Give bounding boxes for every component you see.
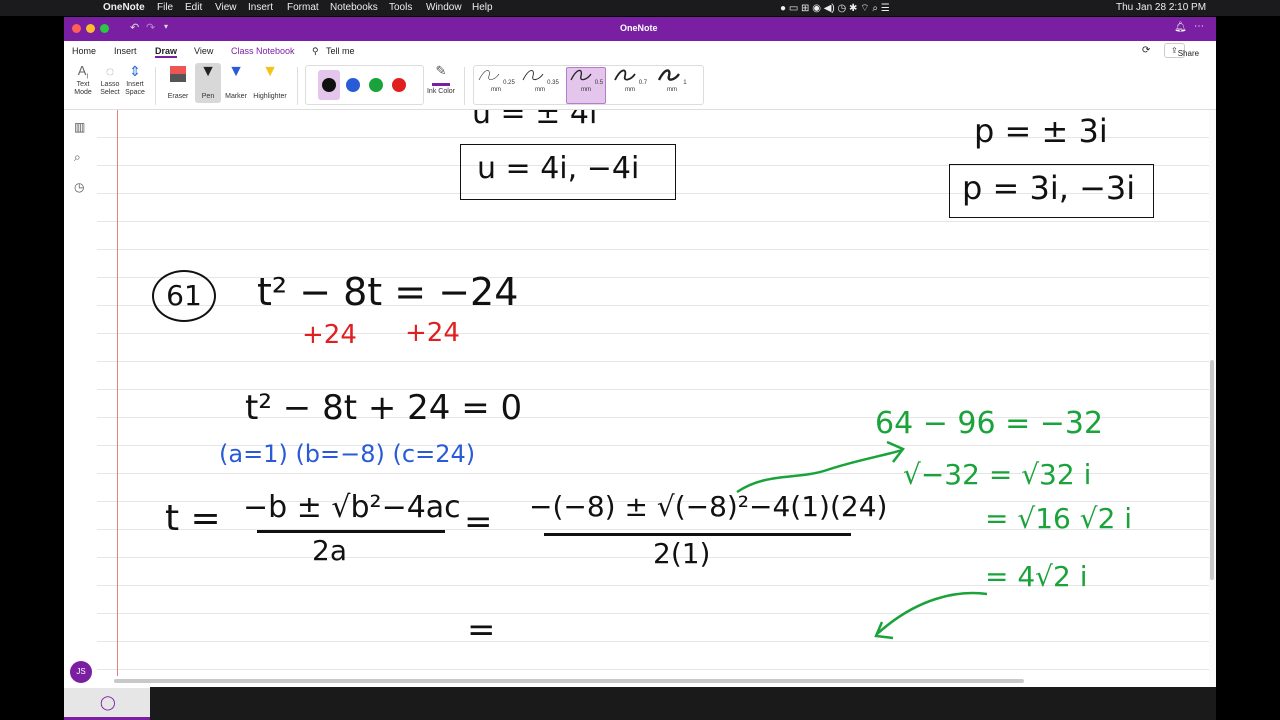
- ink-arrows: [736, 440, 988, 640]
- width-0-25-option[interactable]: 0.25 mm: [477, 68, 515, 102]
- menu-clock[interactable]: Thu Jan 28 2:10 PM: [1116, 2, 1206, 13]
- menu-file[interactable]: File: [157, 2, 173, 13]
- redo-icon[interactable]: ↷: [146, 21, 155, 34]
- color-black-swatch[interactable]: [322, 78, 336, 92]
- text-cursor-icon: AI: [77, 63, 89, 81]
- sync-icon[interactable]: ⟳: [1142, 45, 1150, 56]
- arrow-back-to-work: [876, 591, 988, 635]
- ink-color-label: Ink Color: [426, 88, 455, 95]
- highlighter-icon: ▼: [262, 63, 278, 80]
- vertical-scrollbar[interactable]: [1209, 110, 1216, 688]
- marker-button[interactable]: ▼ Marker: [223, 63, 249, 101]
- share-label: Share: [1177, 49, 1200, 58]
- tab-view[interactable]: View: [194, 46, 213, 56]
- marker-icon: ▼: [228, 63, 244, 80]
- width-0-35-icon: [522, 70, 544, 81]
- vertical-scroll-thumb[interactable]: [1210, 360, 1214, 580]
- ink-color-icon: ✎: [432, 63, 450, 86]
- title-bar: ↶ ↷ ▾ OneNote 🔔︎ ⋯: [64, 17, 1216, 41]
- text-mode-label: Text Mode: [74, 81, 92, 96]
- more-icon[interactable]: ⋯: [1194, 21, 1204, 32]
- close-window-button[interactable]: [72, 24, 81, 33]
- highlighter-label: Highlighter: [253, 93, 287, 100]
- highlighter-button[interactable]: ▼ Highlighter: [250, 63, 290, 101]
- notebooks-icon[interactable]: ▥: [74, 120, 85, 134]
- lightbulb-icon: ⚲: [312, 46, 319, 56]
- tab-home[interactable]: Home: [72, 46, 96, 56]
- arrow-to-discriminant: [736, 448, 903, 494]
- menu-help[interactable]: Help: [472, 2, 493, 13]
- menu-view[interactable]: View: [215, 2, 237, 13]
- insert-space-button[interactable]: ⇕ Insert Space: [122, 63, 148, 97]
- note-page-canvas[interactable]: u = ± 4i u = 4i, −4i p = ± 3i p = 3i, −3…: [97, 110, 1209, 688]
- divider: [155, 67, 156, 105]
- notifications-icon[interactable]: 🔔︎: [1174, 22, 1187, 33]
- lasso-select-button[interactable]: ◌ Lasso Select: [97, 63, 123, 97]
- pen-width-picker: 0.25 mm 0.35 mm 0.5 mm 0.7 mm 1 mm: [473, 65, 704, 105]
- pen-icon: ▼: [200, 63, 216, 80]
- menu-format[interactable]: Format: [287, 2, 319, 13]
- width-1-icon: [658, 69, 681, 81]
- insert-space-icon: ⇕: [129, 63, 141, 79]
- avatar[interactable]: JS: [70, 661, 92, 683]
- width-0-35-option[interactable]: 0.35 mm: [521, 68, 559, 102]
- tab-draw[interactable]: Draw: [155, 46, 178, 58]
- pen-label: Pen: [201, 93, 215, 100]
- quick-access-chevron-icon[interactable]: ▾: [164, 22, 168, 31]
- window-title: OneNote: [620, 23, 658, 33]
- horizontal-scroll-thumb[interactable]: [114, 679, 1024, 683]
- chat-icon: ◯: [100, 694, 116, 710]
- width-0-5-option[interactable]: 0.5 mm: [566, 67, 606, 104]
- color-blue-swatch[interactable]: [346, 78, 360, 92]
- status-icons[interactable]: ● ▭ ⊞ ◉ ◀) ◷ ✱ ⌔ ⌕ ☰: [780, 2, 890, 15]
- menu-notebooks[interactable]: Notebooks: [330, 2, 378, 13]
- eraser-label: Eraser: [167, 93, 189, 100]
- eraser-icon: [170, 66, 186, 82]
- lasso-select-label: Lasso Select: [100, 81, 120, 96]
- width-1-option[interactable]: 1 mm: [653, 68, 691, 102]
- horizontal-scrollbar[interactable]: [104, 677, 1204, 684]
- lasso-icon: ◌: [105, 63, 115, 79]
- insert-space-label: Insert Space: [125, 81, 145, 96]
- tab-insert[interactable]: Insert: [114, 46, 137, 56]
- menu-edit[interactable]: Edit: [185, 2, 202, 13]
- menu-bar: OneNote File Edit View Insert Format Not…: [0, 0, 1280, 16]
- page-margin-line: [117, 110, 118, 676]
- text-mode-button[interactable]: AI Text Mode: [70, 63, 96, 97]
- search-icon[interactable]: ⌕: [74, 150, 81, 165]
- onenote-window: ↶ ↷ ▾ OneNote 🔔︎ ⋯ Home Insert Draw View…: [64, 17, 1216, 720]
- divider: [297, 67, 298, 105]
- pen-button[interactable]: ▼ Pen: [195, 63, 221, 103]
- eraser-button[interactable]: Eraser: [162, 63, 194, 101]
- tab-class-notebook[interactable]: Class Notebook: [231, 46, 295, 56]
- divider: [464, 67, 465, 105]
- color-red-swatch[interactable]: [392, 78, 406, 92]
- width-0-25-icon: [478, 70, 500, 81]
- ribbon-tabs: Home Insert Draw View Class Notebook ⚲ T…: [64, 41, 1216, 61]
- share-button[interactable]: ⇪ Share: [1164, 43, 1199, 58]
- color-palette: [305, 65, 424, 105]
- minimize-window-button[interactable]: [86, 24, 95, 33]
- menu-tools[interactable]: Tools: [389, 2, 412, 13]
- zoom-window-button[interactable]: [100, 24, 109, 33]
- ink-color-button[interactable]: ✎ Ink Color: [424, 63, 458, 96]
- left-navigation-rail: ▥ ⌕ ◷: [64, 110, 98, 704]
- width-0-5-icon: [570, 69, 592, 81]
- color-green-swatch[interactable]: [369, 78, 383, 92]
- menu-window[interactable]: Window: [426, 2, 462, 13]
- background-video-strip: [150, 687, 1216, 720]
- width-0-7-icon: [614, 69, 636, 81]
- menu-insert[interactable]: Insert: [248, 2, 273, 13]
- width-0-7-option[interactable]: 0.7 mm: [611, 68, 649, 102]
- menu-app-name[interactable]: OneNote: [103, 2, 145, 13]
- draw-ribbon: AI Text Mode ◌ Lasso Select ⇕ Insert Spa…: [64, 61, 1216, 110]
- chat-tab[interactable]: ◯: [64, 688, 150, 720]
- recent-icon[interactable]: ◷: [74, 180, 84, 194]
- tell-me-search[interactable]: Tell me: [326, 46, 355, 56]
- marker-label: Marker: [225, 93, 247, 100]
- undo-icon[interactable]: ↶: [130, 21, 139, 34]
